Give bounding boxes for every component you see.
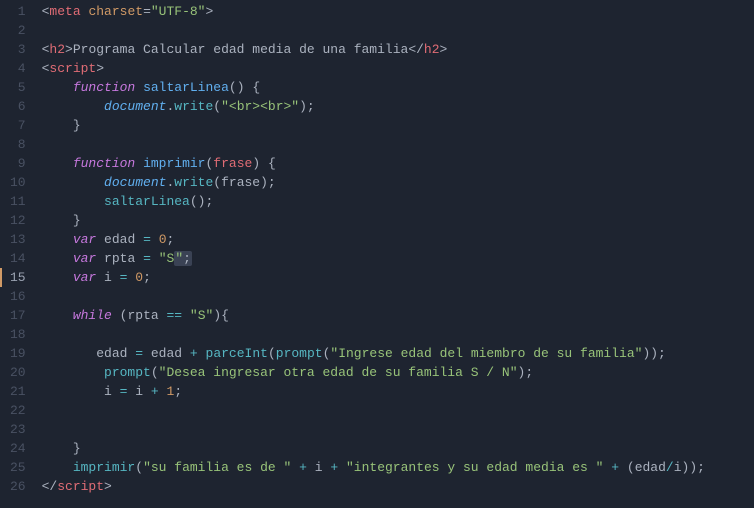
line-number: 16: [10, 287, 26, 306]
line-number: 10: [10, 173, 26, 192]
code-line[interactable]: function imprimir(frase) {: [42, 154, 754, 173]
line-number: 13: [10, 230, 26, 249]
line-number: 20: [10, 363, 26, 382]
line-number: 24: [10, 439, 26, 458]
code-line[interactable]: }: [42, 116, 754, 135]
code-line[interactable]: }: [42, 211, 754, 230]
code-line[interactable]: }: [42, 439, 754, 458]
line-number: 5: [10, 78, 26, 97]
code-line[interactable]: var edad = 0;: [42, 230, 754, 249]
line-number: 14: [10, 249, 26, 268]
code-line[interactable]: [42, 325, 754, 344]
line-number: 23: [10, 420, 26, 439]
code-line[interactable]: var rpta = "S";: [42, 249, 754, 268]
line-number: 25: [10, 458, 26, 477]
line-number: 12: [10, 211, 26, 230]
code-line[interactable]: [42, 287, 754, 306]
code-line[interactable]: i = i + 1;: [42, 382, 754, 401]
line-number: 21: [10, 382, 26, 401]
active-line-marker: [0, 268, 2, 287]
line-number: 18: [10, 325, 26, 344]
line-number: 17: [10, 306, 26, 325]
line-number: 6: [10, 97, 26, 116]
line-number: 7: [10, 116, 26, 135]
line-number: 19: [10, 344, 26, 363]
code-line[interactable]: [42, 135, 754, 154]
code-line[interactable]: </script>: [42, 477, 754, 496]
code-line[interactable]: <script>: [42, 59, 754, 78]
line-number: 1: [10, 2, 26, 21]
line-number: 11: [10, 192, 26, 211]
code-line[interactable]: while (rpta == "S"){: [42, 306, 754, 325]
line-number: 26: [10, 477, 26, 496]
line-number: 22: [10, 401, 26, 420]
code-line[interactable]: [42, 21, 754, 40]
code-line[interactable]: edad = edad + parceInt(prompt("Ingrese e…: [42, 344, 754, 363]
code-area[interactable]: <meta charset="UTF-8"> <h2>Programa Calc…: [38, 0, 754, 508]
code-line[interactable]: imprimir("su familia es de " + i + "inte…: [42, 458, 754, 477]
code-editor[interactable]: 1234567891011121314151617181920212223242…: [0, 0, 754, 508]
line-number: 9: [10, 154, 26, 173]
code-line[interactable]: <h2>Programa Calcular edad media de una …: [42, 40, 754, 59]
line-number: 4: [10, 59, 26, 78]
line-number: 8: [10, 135, 26, 154]
code-line[interactable]: [42, 401, 754, 420]
code-line[interactable]: document.write(frase);: [42, 173, 754, 192]
code-line[interactable]: <meta charset="UTF-8">: [42, 2, 754, 21]
code-line[interactable]: prompt("Desea ingresar otra edad de su f…: [42, 363, 754, 382]
code-line[interactable]: [42, 420, 754, 439]
line-number-gutter: 1234567891011121314151617181920212223242…: [0, 0, 38, 508]
line-number: 15: [10, 268, 26, 287]
line-number: 3: [10, 40, 26, 59]
code-line[interactable]: document.write("<br><br>");: [42, 97, 754, 116]
code-line[interactable]: function saltarLinea() {: [42, 78, 754, 97]
code-line[interactable]: var i = 0;: [42, 268, 754, 287]
line-number: 2: [10, 21, 26, 40]
code-line[interactable]: saltarLinea();: [42, 192, 754, 211]
